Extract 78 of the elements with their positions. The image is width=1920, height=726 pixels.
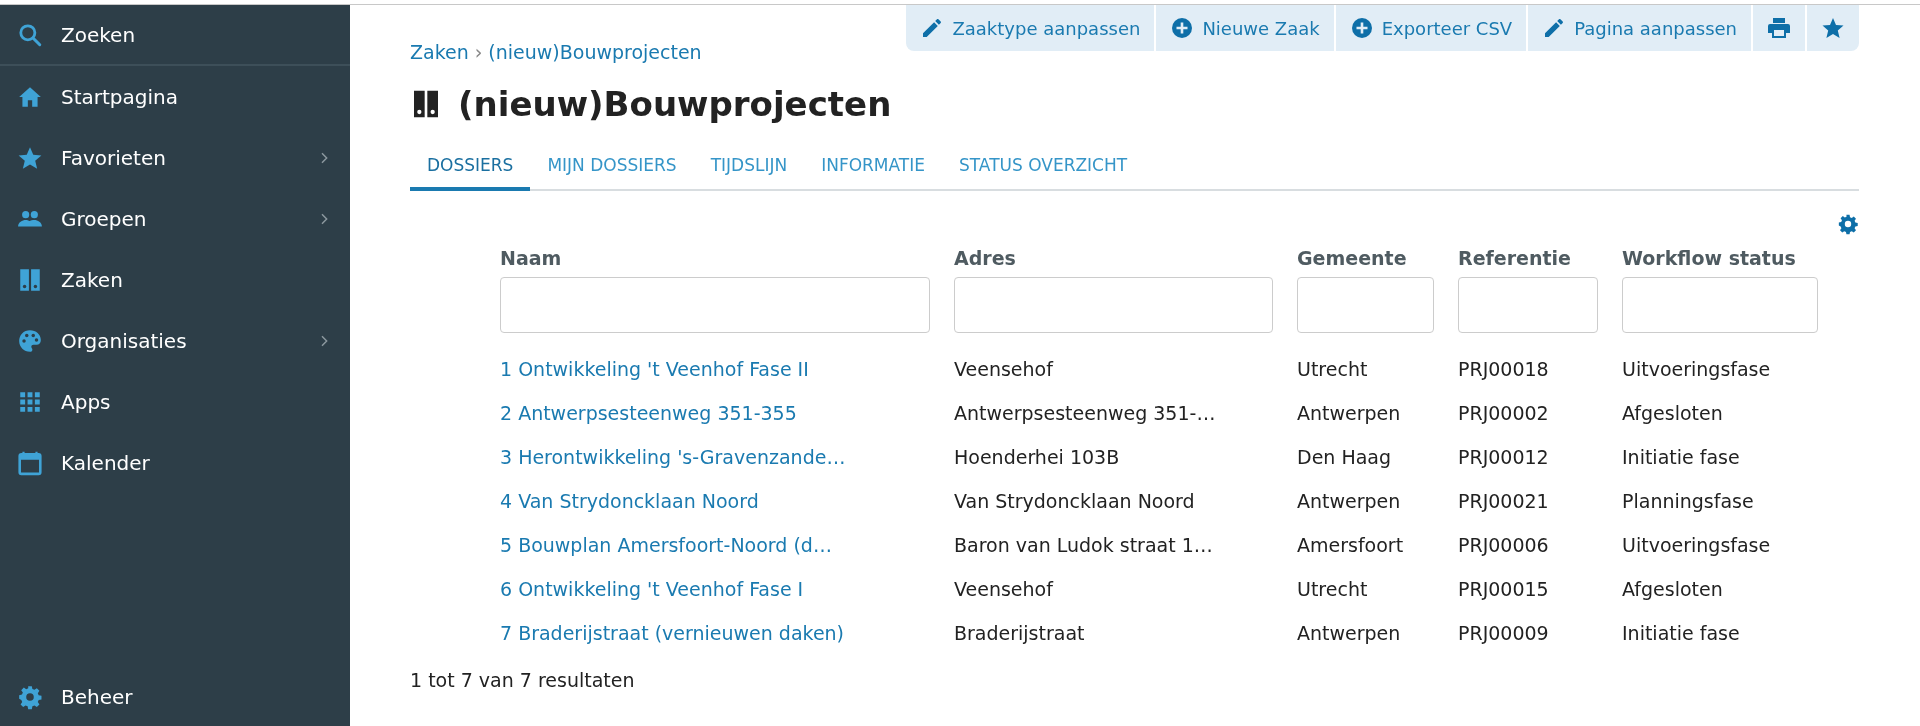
table-cell: Afgesloten [1622, 578, 1723, 600]
star-icon [1821, 16, 1845, 40]
table-cell: Utrecht [1297, 358, 1368, 380]
filter-field[interactable] [954, 277, 1273, 333]
print-icon [1767, 16, 1791, 40]
sidebar-item[interactable]: Organisaties [0, 310, 350, 371]
result-count: 1 tot 7 van 7 resultaten [410, 669, 636, 691]
tab[interactable]: MIJN DOSSIERS [530, 145, 694, 191]
tab[interactable]: TIJDSLIJN [693, 145, 805, 191]
column-header: Adres [954, 247, 1017, 271]
sidebar-item[interactable]: Kalender [0, 432, 350, 493]
column-header: Naam [500, 247, 563, 271]
filter-field[interactable] [500, 277, 930, 333]
breadcrumb-link[interactable]: Zaken [410, 41, 469, 63]
table-cell: Utrecht [1297, 578, 1368, 600]
settings-icon [1837, 213, 1859, 235]
table-cell: Afgesloten [1622, 402, 1723, 424]
table-cell: Baron van Ludok straat 1… [954, 534, 1213, 556]
table-cell: Braderijstraat [954, 622, 1085, 644]
row-link[interactable]: 4 Van Strydoncklaan Noord [500, 490, 759, 512]
table-cell: Veensehof [954, 358, 1053, 380]
table-cell: Antwerpen [1297, 402, 1401, 424]
settings-icon [17, 683, 43, 710]
table-cell: Uitvoeringsfase [1622, 358, 1771, 380]
table-cell: PRJ00015 [1458, 578, 1549, 600]
table-cell: Van Strydoncklaan Noord [954, 490, 1195, 512]
table-cell: Antwerpsesteenweg 351-… [954, 402, 1216, 424]
table-cell: PRJ00018 [1458, 358, 1549, 380]
table-cell: Amersfoort [1297, 534, 1404, 556]
sidebar-item[interactable]: Zaken [0, 249, 350, 310]
breadcrumb-link[interactable]: (nieuw)Bouwprojecten [488, 41, 702, 63]
table-cell: Uitvoeringsfase [1622, 534, 1771, 556]
row-link[interactable]: 6 Ontwikkeling 't Veenhof Fase I [500, 578, 804, 600]
binder-icon [17, 266, 43, 293]
tab[interactable]: STATUS OVERZICHT [942, 145, 1145, 191]
sidebar-item[interactable]: Favorieten [0, 127, 350, 188]
table-cell: PRJ00002 [1458, 402, 1549, 424]
table-cell: Antwerpen [1297, 622, 1401, 644]
add-button[interactable]: Nieuwe Zaak [1156, 5, 1336, 51]
add-button[interactable]: Exporteer CSV [1335, 5, 1529, 51]
table-cell: Antwerpen [1297, 490, 1401, 512]
column-header: Referentie [1458, 247, 1572, 271]
sidebar-item[interactable]: Groepen [0, 188, 350, 249]
table-cell: Initiatie fase [1622, 446, 1740, 468]
filter-field[interactable] [1622, 277, 1818, 333]
edit-button[interactable]: Pagina aanpassen [1528, 5, 1753, 51]
sidebar-item[interactable]: Apps [0, 371, 350, 432]
table-cell: PRJ00021 [1458, 490, 1549, 512]
tab[interactable]: INFORMATIE [804, 145, 942, 191]
row-link[interactable]: 2 Antwerpsesteenweg 351-355 [500, 402, 797, 424]
row-link[interactable]: 7 Braderijstraat (vernieuwen daken) [500, 622, 845, 644]
column-header: Gemeente [1297, 247, 1408, 271]
table-cell: Den Haag [1297, 446, 1392, 468]
row-link[interactable]: 1 Ontwikkeling 't Veenhof Fase II [500, 358, 809, 380]
table-cell: PRJ00006 [1458, 534, 1549, 556]
plus-icon [1170, 16, 1195, 40]
table-cell: Initiatie fase [1622, 622, 1740, 644]
tab[interactable]: DOSSIERS [410, 145, 531, 191]
palette-icon [17, 327, 43, 354]
table-cell: Planningsfase [1622, 490, 1754, 512]
table-cell: Veensehof [954, 578, 1053, 600]
calendar-icon [17, 449, 43, 476]
search-icon [17, 21, 43, 48]
column-header: Workflow status [1622, 247, 1797, 271]
table-cell: Hoenderhei 103B [954, 446, 1120, 468]
plus-icon [1349, 16, 1374, 40]
filter-field[interactable] [1458, 277, 1598, 333]
row-link[interactable]: 5 Bouwplan Amersfoort-Noord (d… [500, 534, 832, 556]
page-title: (nieuw)Bouwprojecten [458, 84, 892, 124]
sidebar-item[interactable]: Beheer [0, 666, 350, 726]
search-item[interactable]: Zoeken [0, 5, 350, 66]
table-cell: PRJ00009 [1458, 622, 1549, 644]
sidebar-item[interactable]: Startpagina [0, 66, 350, 127]
edit-button[interactable]: Zaaktype aanpassen [906, 5, 1157, 51]
table-cell: PRJ00012 [1458, 446, 1549, 468]
filter-field[interactable] [1297, 277, 1434, 333]
row-link[interactable]: 3 Herontwikkeling 's-Gravenzande… [500, 446, 846, 468]
breadcrumb-separator: › [474, 41, 483, 63]
